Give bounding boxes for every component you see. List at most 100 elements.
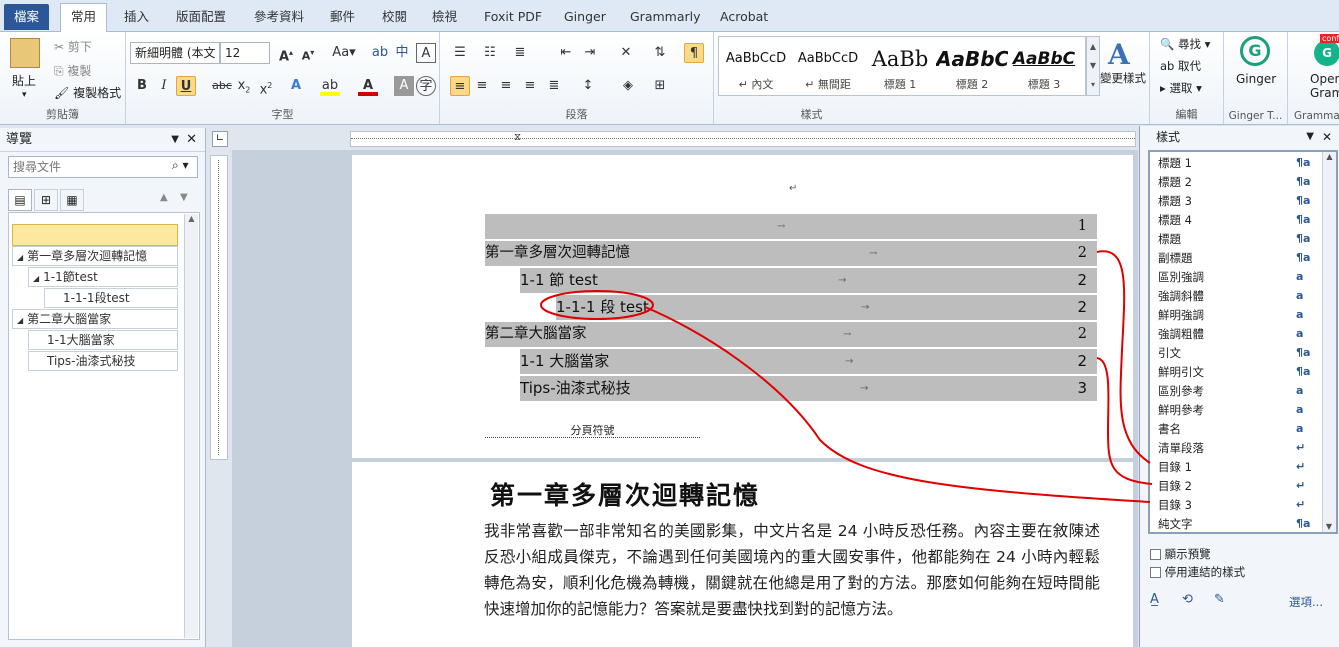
tab-ginger[interactable]: Ginger bbox=[554, 6, 616, 32]
grow-font-icon[interactable]: A▴ bbox=[276, 43, 296, 64]
styles-pane-menu-icon[interactable]: ▼ bbox=[1306, 126, 1314, 148]
toc-row[interactable]: 第一章多層次迴轉記憶 → 2 bbox=[485, 241, 1097, 266]
text-effects-icon[interactable]: A bbox=[286, 76, 306, 96]
style-item[interactable]: 純文字 ¶a bbox=[1158, 515, 1328, 533]
toc-row[interactable]: → 1 bbox=[485, 214, 1097, 239]
copy-button[interactable]: ⎘ 複製 bbox=[54, 62, 91, 79]
style-item[interactable]: 書名 a bbox=[1158, 420, 1328, 438]
style-item[interactable]: 鮮明引文 ¶a bbox=[1158, 363, 1328, 381]
style-item[interactable]: 目錄 3 ↵ bbox=[1158, 496, 1328, 514]
superscript-icon[interactable]: x2 bbox=[256, 76, 276, 97]
multilevel-list-icon[interactable]: ≣ bbox=[510, 43, 530, 63]
style-item[interactable]: 副標題 ¶a bbox=[1158, 249, 1328, 267]
shrink-font-icon[interactable]: A▾ bbox=[298, 43, 318, 63]
font-size-select[interactable]: 12 bbox=[220, 42, 270, 64]
tab-file[interactable]: 檔案 bbox=[4, 4, 50, 30]
style-heading-3[interactable]: AaBbC 標題 3 bbox=[1008, 40, 1080, 96]
page-2[interactable]: 第一章多層次迴轉記憶 我非常喜歡一部非常知名的美國影集，中文片名是 24 小時反… bbox=[352, 462, 1133, 647]
asian-layout-icon[interactable]: ✕ bbox=[616, 43, 636, 63]
nav-item-tips[interactable]: Tips-油漆式秘技 bbox=[28, 351, 178, 371]
style-item[interactable]: 強調粗體 a bbox=[1158, 325, 1328, 343]
tab-home[interactable]: 常用 bbox=[60, 3, 108, 33]
styles-gallery-scroll[interactable]: ▲ ▼ ▾ bbox=[1086, 36, 1100, 96]
nav-next-icon[interactable]: ▼ bbox=[180, 192, 188, 203]
style-item[interactable]: 標題 1 ¶a bbox=[1158, 154, 1328, 172]
style-item[interactable]: 標題 3 ¶a bbox=[1158, 192, 1328, 210]
subscript-icon[interactable]: x2 bbox=[234, 76, 254, 96]
change-styles-button[interactable]: 變更樣式 bbox=[1100, 70, 1146, 86]
paste-icon[interactable] bbox=[10, 38, 40, 68]
tab-selector-icon[interactable]: ∟ bbox=[212, 131, 228, 147]
style-item[interactable]: 強調斜體 a bbox=[1158, 287, 1328, 305]
style-item[interactable]: 清單段落 ↵ bbox=[1158, 439, 1328, 457]
toc-row[interactable]: 第二章大腦當家 → 2 bbox=[485, 322, 1097, 347]
find-button[interactable]: 🔍 尋找 ▾ bbox=[1160, 36, 1210, 52]
style-item[interactable]: 鮮明強調 a bbox=[1158, 306, 1328, 324]
replace-button[interactable]: ab 取代 bbox=[1160, 58, 1201, 74]
new-style-icon[interactable]: A̲ bbox=[1150, 592, 1159, 607]
change-styles-icon[interactable]: A bbox=[1108, 38, 1130, 71]
font-name-select[interactable]: 新細明體 (本文 bbox=[130, 42, 220, 64]
nav-prev-icon[interactable]: ▲ bbox=[160, 192, 168, 203]
nav-tab-results[interactable]: ▦ bbox=[60, 189, 84, 211]
chinese-convert-icon[interactable]: 中 bbox=[392, 43, 412, 63]
style-item[interactable]: 鮮明參考 a bbox=[1158, 401, 1328, 419]
style-heading-1[interactable]: AaBb 標題 1 bbox=[864, 40, 936, 96]
tab-review[interactable]: 校閱 bbox=[372, 6, 417, 32]
nav-item-chapter1[interactable]: ◢ 第一章多層次迴轉記憶 bbox=[12, 246, 178, 266]
distributed-icon[interactable]: ≣ bbox=[544, 76, 564, 96]
underline-icon[interactable]: U bbox=[176, 76, 196, 96]
enclose-char-icon[interactable]: 字 bbox=[416, 76, 436, 96]
tab-references[interactable]: 參考資料 bbox=[244, 6, 314, 32]
body-paragraph[interactable]: 我非常喜歡一部非常知名的美國影集，中文片名是 24 小時反恐任務。內容主要在敘陳… bbox=[484, 518, 1100, 622]
shading-icon[interactable]: ◈ bbox=[618, 76, 638, 96]
toc-row[interactable]: 1-1-1 段 test → 2 bbox=[556, 295, 1097, 320]
nav-tab-pages[interactable]: ⊞ bbox=[34, 189, 58, 211]
change-case-icon[interactable]: Aa▾ bbox=[330, 43, 358, 63]
italic-icon[interactable]: I bbox=[154, 76, 174, 96]
style-item[interactable]: 目錄 1 ↵ bbox=[1158, 458, 1328, 476]
horizontal-ruler[interactable]: ⧖ bbox=[350, 131, 1136, 147]
strikethrough-icon[interactable]: abc bbox=[212, 76, 232, 96]
nav-close-icon[interactable]: ✕ bbox=[186, 128, 197, 152]
style-item[interactable]: 目錄 2 ↵ bbox=[1158, 477, 1328, 495]
nav-item-chapter2[interactable]: ◢ 第二章大腦當家 bbox=[12, 309, 178, 329]
style-item[interactable]: 區別強調 a bbox=[1158, 268, 1328, 286]
borders-icon[interactable]: ⊞ bbox=[650, 76, 670, 96]
disable-linked-styles-checkbox[interactable]: 停用連結的樣式 bbox=[1150, 564, 1245, 580]
toc-row[interactable]: 1-1 大腦當家 → 2 bbox=[520, 349, 1097, 374]
justify-icon[interactable]: ≡ bbox=[520, 76, 540, 96]
style-inspector-icon[interactable]: ⟲ bbox=[1182, 592, 1193, 607]
nav-selected-item[interactable] bbox=[12, 224, 178, 246]
highlight-icon[interactable]: ab bbox=[320, 76, 340, 96]
style-normal[interactable]: AaBbCcD ↵ 內文 bbox=[720, 40, 792, 96]
styles-options-link[interactable]: 選項... bbox=[1289, 594, 1323, 610]
font-color-icon[interactable]: A bbox=[358, 76, 378, 96]
toc-row[interactable]: 1-1 節 test → 2 bbox=[520, 268, 1097, 293]
align-left-icon[interactable]: ≡ bbox=[450, 76, 470, 96]
tab-acrobat[interactable]: Acrobat bbox=[710, 6, 778, 32]
tab-view[interactable]: 檢視 bbox=[422, 6, 467, 32]
style-item[interactable]: 標題 2 ¶a bbox=[1158, 173, 1328, 191]
numbering-icon[interactable]: ☷ bbox=[480, 43, 500, 63]
manage-styles-icon[interactable]: ✎ bbox=[1214, 592, 1225, 607]
cut-button[interactable]: ✂ 剪下 bbox=[54, 38, 92, 55]
bullets-icon[interactable]: ☰ bbox=[450, 43, 470, 63]
tab-foxit[interactable]: Foxit PDF bbox=[474, 6, 552, 32]
bold-icon[interactable]: B bbox=[132, 76, 152, 96]
select-button[interactable]: ▸ 選取 ▾ bbox=[1160, 80, 1202, 96]
search-icon[interactable]: ⌕ ▾ bbox=[172, 158, 189, 173]
style-item[interactable]: 標題 ¶a bbox=[1158, 230, 1328, 248]
char-shading-icon[interactable]: A bbox=[394, 76, 414, 96]
style-item[interactable]: 區別參考 a bbox=[1158, 382, 1328, 400]
nav-menu-icon[interactable]: ▼ bbox=[171, 128, 179, 152]
align-center-icon[interactable]: ≡ bbox=[472, 76, 492, 96]
tab-insert[interactable]: 插入 bbox=[114, 6, 159, 32]
nav-item-section-brain[interactable]: 1-1大腦當家 bbox=[28, 330, 178, 350]
increase-indent-icon[interactable]: ⇥ bbox=[580, 43, 600, 63]
ginger-button[interactable]: Ginger bbox=[1236, 72, 1276, 86]
nav-scrollbar[interactable]: ▲ bbox=[184, 214, 198, 638]
style-item[interactable]: 引文 ¶a bbox=[1158, 344, 1328, 362]
chapter-heading[interactable]: 第一章多層次迴轉記憶 bbox=[490, 476, 760, 512]
grammarly-logo-icon[interactable]: G bbox=[1314, 40, 1339, 66]
